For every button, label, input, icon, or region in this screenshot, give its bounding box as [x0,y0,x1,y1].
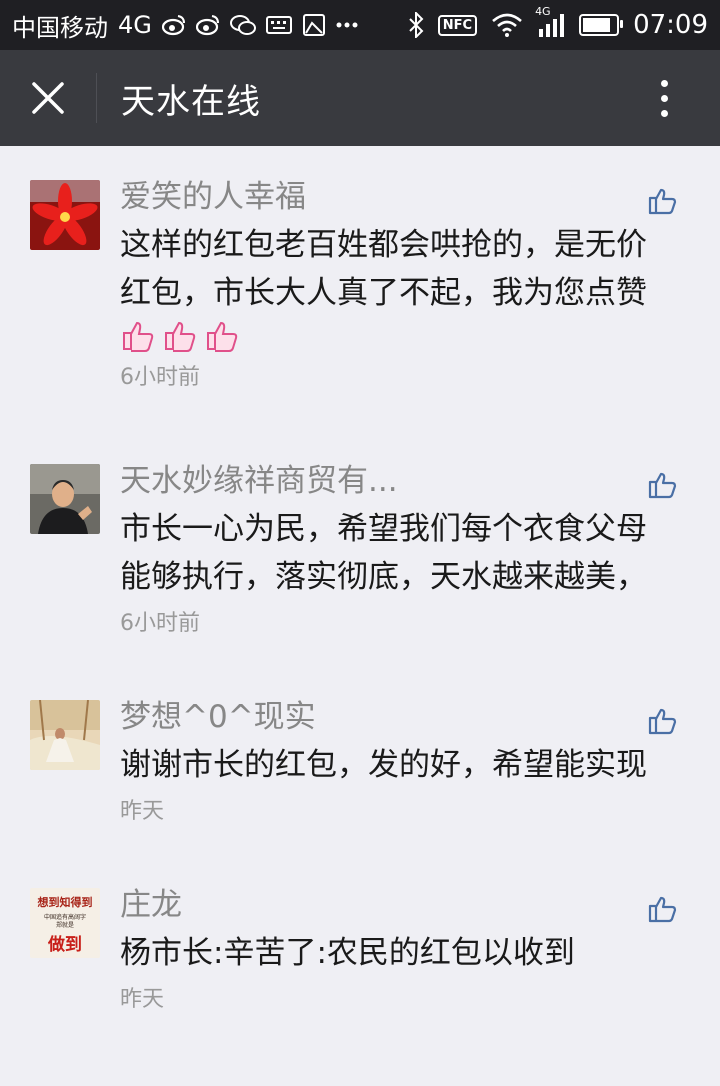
more-menu-button[interactable] [634,50,694,146]
thumbs-up-emoji-icon [207,321,238,352]
comment-item: 天水妙缘祥商贸有... 市长一心为民，希望我们每个衣食父母 能够执行，落实彻底，… [0,463,720,700]
avatar[interactable] [30,464,100,534]
comment-item: 爱笑的人幸福 这样的红包老百姓都会哄抢的，是无价 红包，市长大人真了不起，我为您… [0,179,720,464]
avatar[interactable] [30,700,100,770]
nav-divider [96,73,97,123]
avatar[interactable]: 想到知得到 中国追有高阔字 郑就是 做到 [30,888,100,958]
image-icon [302,13,326,37]
comment-text-line: 谢谢市长的红包，发的好，希望能实现 [120,747,647,783]
comment-list: 爱笑的人幸福 这样的红包老百姓都会哄抢的，是无价 红包，市长大人真了不起，我为您… [0,146,720,1038]
like-button[interactable] [648,706,678,736]
more-dot-icon [660,79,668,87]
comment-text-line: 杨市长:辛苦了:农民的红包以收到 [120,935,575,971]
clock: 07:09 [633,10,708,40]
comment-text: 这样的红包老百姓都会哄抢的，是无价 红包，市长大人真了不起，我为您点赞 [120,221,650,317]
like-button[interactable] [648,470,678,500]
weibo-icon [161,14,186,36]
comment-author: 天水妙缘祥商贸有... [120,463,398,499]
comment-text-line: 市长一心为民，希望我们每个衣食父母 [120,511,647,547]
nav-bar: 天水在线 [0,50,720,146]
avatar-text: 郑就是 [55,922,74,929]
battery-icon [579,14,624,36]
comment-author: 庄龙 [120,887,182,923]
thumbs-up-icon [648,708,677,735]
comment-item: 想到知得到 中国追有高阔字 郑就是 做到 庄龙 杨市长:辛苦了:农民的红包以收到… [0,887,720,1038]
page-title: 天水在线 [121,81,261,122]
status-bar: 中国移动 4G NFC 4G 07:09 [0,0,720,50]
more-notifications-icon [336,22,358,28]
avatar[interactable] [30,180,100,250]
signal-label: 4G [535,5,551,18]
like-button[interactable] [648,894,678,924]
thumbs-up-icon [648,188,677,215]
avatar-text: 想到知得到 [37,896,93,909]
comment-text: 谢谢市长的红包，发的好，希望能实现 [120,741,650,789]
nfc-icon: NFC [437,14,478,36]
comment-text-line: 能够执行，落实彻底，天水越来越美， [120,559,647,595]
close-button[interactable] [0,50,96,146]
thumbs-up-emoji-icon [123,321,154,352]
thumbs-up-icon [648,472,677,499]
thumbs-up-icon [648,896,677,923]
comment-time: 6小时前 [120,611,200,636]
wifi-icon [491,13,523,37]
comment-text: 市长一心为民，希望我们每个衣食父母 能够执行，落实彻底，天水越来越美， [120,505,650,601]
comment-time: 昨天 [120,799,165,824]
weibo-icon [195,14,220,36]
comment-text-line: 红包，市长大人真了不起，我为您点赞 [120,275,647,311]
battery-level [583,18,611,32]
comment-text-line: 这样的红包老百姓都会哄抢的，是无价 [120,227,647,263]
thumbs-emoji-row [120,319,650,355]
more-dot-icon [660,109,668,117]
comment-time: 昨天 [120,987,165,1012]
signal-icon: 4G [535,5,565,37]
keyboard-icon [265,15,292,35]
close-icon [32,82,64,114]
avatar-text: 做到 [48,935,82,955]
comment-item: 梦想^0^现实 谢谢市长的红包，发的好，希望能实现 昨天 [0,699,720,888]
bluetooth-icon [408,12,424,38]
comment-author: 爱笑的人幸福 [120,179,306,215]
more-dot-icon [660,94,668,102]
comment-author: 梦想^0^现实 [120,699,316,735]
network-label: 4G [118,11,152,39]
thumbs-up-emoji-icon [165,321,196,352]
comment-time: 6小时前 [120,365,200,390]
like-button[interactable] [648,186,678,216]
wechat-icon [229,14,256,36]
carrier-label: 中国移动 [12,13,108,42]
comment-text: 杨市长:辛苦了:农民的红包以收到 [120,929,650,977]
